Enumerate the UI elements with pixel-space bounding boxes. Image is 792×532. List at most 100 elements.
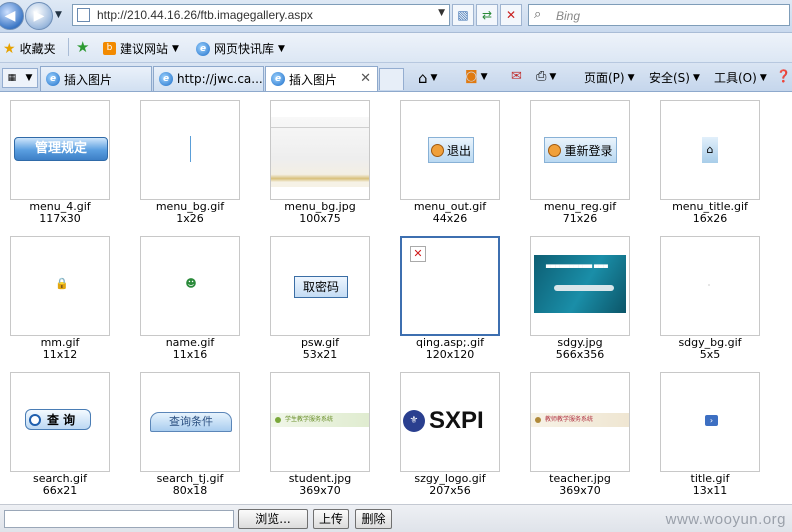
image-thumbnail[interactable]: 退出 <box>400 100 500 200</box>
image-caption: title.gif 13x11 <box>650 473 770 497</box>
image-caption: menu_4.gif 117x30 <box>0 201 120 225</box>
image-thumbnail[interactable]: 查询条件 <box>140 372 240 472</box>
gallery-item[interactable]: 退出 menu_out.gif 44x26 <box>390 92 520 228</box>
read-mail-button[interactable]: ✉ <box>511 69 522 84</box>
gallery-item[interactable]: 查询条件 search_tj.gif 80x18 <box>130 364 260 500</box>
help-button[interactable]: ❓ <box>776 69 791 83</box>
browse-button[interactable]: 浏览... <box>238 509 308 529</box>
address-field[interactable]: http://210.44.16.26/ftb.imagegallery.asp… <box>72 4 450 26</box>
page-menu[interactable]: 页面(P) ▼ <box>584 69 635 86</box>
help-icon: ❓ <box>776 69 791 83</box>
gallery-item[interactable]: ▀▀▀▀▀▀▀▀▀▀ ▀▀▀ sdgy.jpg 566x356 <box>520 228 650 364</box>
image-thumbnail[interactable]: ✕ <box>400 236 500 336</box>
sdgy-bg-preview <box>708 284 710 286</box>
safety-menu[interactable]: 安全(S) ▼ <box>649 69 700 86</box>
gallery-item[interactable]: ☻ name.gif 11x16 <box>130 228 260 364</box>
tab-jwc[interactable]: e http://jwc.ca... <box>153 66 264 91</box>
search-field[interactable]: ⌕ Bing <box>528 4 790 26</box>
image-thumbnail[interactable] <box>270 100 370 200</box>
image-thumbnail[interactable] <box>660 236 760 336</box>
gallery-item[interactable]: 查 询 search.gif 66x21 <box>0 364 130 500</box>
file-path-input[interactable] <box>4 510 234 528</box>
image-thumbnail[interactable]: 查 询 <box>10 372 110 472</box>
new-tab-button[interactable] <box>379 68 404 90</box>
search-preview: 查 询 <box>25 409 91 430</box>
upload-bar: 浏览... 上传 删除 www.wooyun.org <box>0 504 792 532</box>
student-preview: 学生教学服务系统 <box>271 413 369 427</box>
image-thumbnail[interactable]: ☻ <box>140 236 240 336</box>
chevron-down-icon: ▼ <box>25 73 33 83</box>
image-thumbnail[interactable]: 重新登录 <box>530 100 630 200</box>
stop-button[interactable]: ✕ <box>500 4 522 26</box>
image-thumbnail[interactable]: ⌂ <box>660 100 760 200</box>
forward-button[interactable]: ▶ <box>25 2 53 30</box>
image-caption: menu_reg.gif 71x26 <box>520 201 640 225</box>
gallery-item[interactable]: 🔒 mm.gif 11x12 <box>0 228 130 364</box>
menu-bg-jpg-preview <box>271 117 369 187</box>
gallery-item[interactable]: menu_bg.gif 1x26 <box>130 92 260 228</box>
quick-tabs-icon: ▦ <box>7 73 17 83</box>
chevron-down-icon: ▼ <box>692 72 700 83</box>
forward-arrow-icon: ▶ <box>33 8 45 24</box>
refresh-button[interactable]: ⇄ <box>476 4 498 26</box>
tab-insert-image-1[interactable]: e 插入图片 <box>40 66 152 91</box>
print-button[interactable]: ⎙ ▼ <box>536 69 556 84</box>
image-thumbnail[interactable]: › <box>660 372 760 472</box>
refresh-icon: ⇄ <box>481 8 493 22</box>
image-thumbnail[interactable]: 教师教学服务系统 <box>530 372 630 472</box>
image-thumbnail[interactable]: 取密码 <box>270 236 370 336</box>
image-thumbnail[interactable] <box>140 100 240 200</box>
search-icon: ⌕ <box>534 7 542 22</box>
image-gallery: 管理规定 menu_4.gif 117x30 menu_bg.gif 1x26 … <box>0 92 792 504</box>
gallery-item[interactable]: ⌂ menu_title.gif 16x26 <box>650 92 780 228</box>
tab-insert-image-active[interactable]: e 插入图片 ✕ <box>265 66 378 91</box>
image-caption: psw.gif 53x21 <box>260 337 380 361</box>
image-caption: menu_bg.jpg 100x75 <box>260 201 380 225</box>
recent-pages-dropdown-icon[interactable]: ▼ <box>55 10 62 20</box>
home-icon: ⌂ <box>702 137 718 163</box>
image-thumbnail[interactable]: ▀▀▀▀▀▀▀▀▀▀ ▀▀▀ <box>530 236 630 336</box>
ie-page-icon: e <box>159 72 173 86</box>
image-caption: name.gif 11x16 <box>130 337 250 361</box>
suggested-sites-link[interactable]: b 建议网站 ▼ <box>103 40 179 57</box>
compatibility-view-button[interactable]: ▧ <box>452 4 474 26</box>
back-button[interactable]: ◀ <box>0 2 24 30</box>
image-dimensions: 11x16 <box>172 348 208 361</box>
image-caption: qing.asp;.gif 120x120 <box>390 337 510 361</box>
quick-tabs-button[interactable]: ▦ ▼ <box>2 68 38 88</box>
menu-out-preview: 退出 <box>428 137 474 163</box>
image-thumbnail[interactable]: 学生教学服务系统 <box>270 372 370 472</box>
feeds-button[interactable]: ◙ ▼ <box>465 69 488 84</box>
favorites-button[interactable]: ★ 收藏夹 <box>3 40 56 57</box>
gallery-item[interactable]: › title.gif 13x11 <box>650 364 780 500</box>
image-dimensions: 66x21 <box>42 484 78 497</box>
image-dimensions: 11x12 <box>42 348 78 361</box>
image-dimensions: 117x30 <box>39 212 81 225</box>
upload-button[interactable]: 上传 <box>313 509 349 529</box>
gallery-item[interactable]: ⚜ SXPI szgy_logo.gif 207x56 <box>390 364 520 500</box>
image-caption: menu_title.gif 16x26 <box>650 201 770 225</box>
gallery-item[interactable]: 教师教学服务系统 teacher.jpg 369x70 <box>520 364 650 500</box>
suggested-sites-label: 建议网站 <box>120 42 169 56</box>
gallery-item[interactable]: 管理规定 menu_4.gif 117x30 <box>0 92 130 228</box>
url-text[interactable]: http://210.44.16.26/ftb.imagegallery.asp… <box>97 8 313 22</box>
close-tab-icon[interactable]: ✕ <box>360 71 371 86</box>
tools-menu[interactable]: 工具(O) ▼ <box>714 69 767 86</box>
psw-preview: 取密码 <box>294 276 348 298</box>
image-thumbnail[interactable]: 🔒 <box>10 236 110 336</box>
search-icon <box>29 413 41 426</box>
gallery-item[interactable]: 重新登录 menu_reg.gif 71x26 <box>520 92 650 228</box>
add-favorites-icon[interactable]: ★ <box>76 38 89 56</box>
image-dimensions: 44x26 <box>432 212 468 225</box>
gallery-item[interactable]: sdgy_bg.gif 5x5 <box>650 228 780 364</box>
gallery-item-selected[interactable]: ✕ qing.asp;.gif 120x120 <box>390 228 520 364</box>
image-thumbnail[interactable]: ⚜ SXPI <box>400 372 500 472</box>
delete-button[interactable]: 删除 <box>355 509 392 529</box>
address-dropdown-icon[interactable]: ▼ <box>438 8 445 18</box>
gallery-item[interactable]: menu_bg.jpg 100x75 <box>260 92 390 228</box>
home-button[interactable]: ⌂ ▼ <box>418 69 437 87</box>
gallery-item[interactable]: 取密码 psw.gif 53x21 <box>260 228 390 364</box>
image-thumbnail[interactable]: 管理规定 <box>10 100 110 200</box>
web-slice-gallery-link[interactable]: e 网页快讯库 ▼ <box>196 40 285 57</box>
gallery-item[interactable]: 学生教学服务系统 student.jpg 369x70 <box>260 364 390 500</box>
